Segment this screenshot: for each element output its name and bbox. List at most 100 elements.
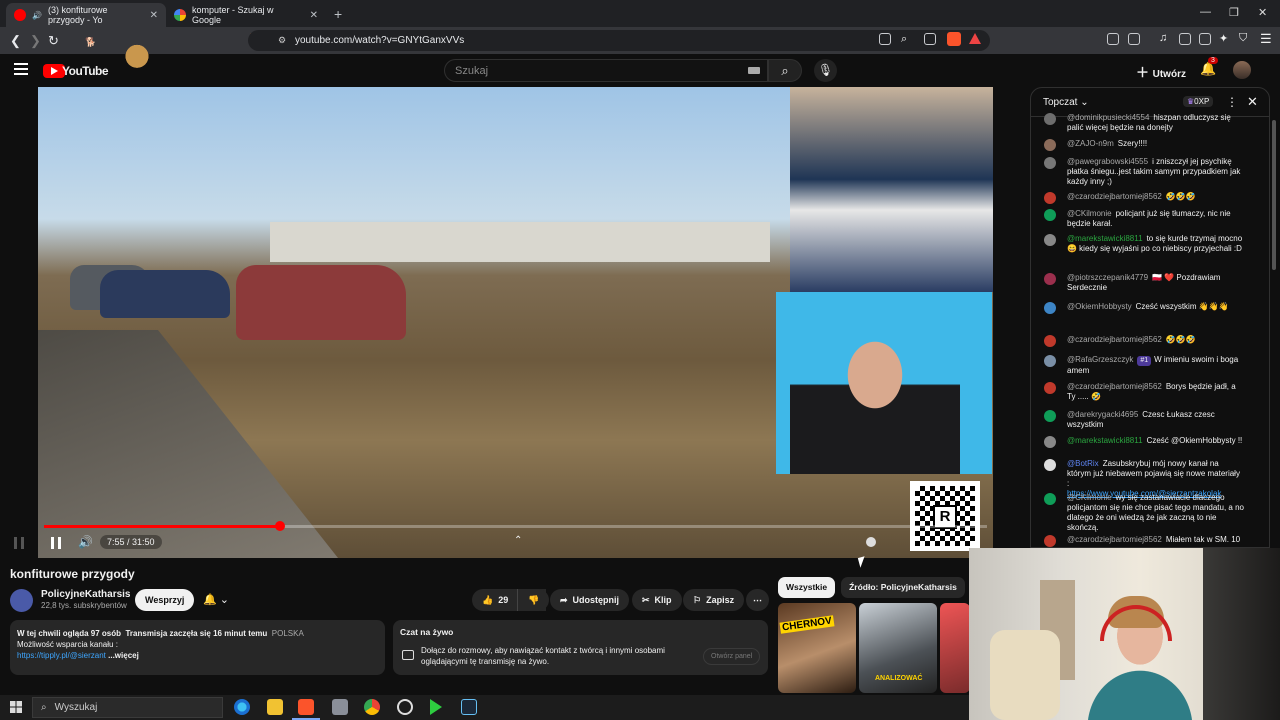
recommended-thumbnail[interactable]: CHERNOV <box>778 603 856 693</box>
chat-author[interactable]: @marekstawicki8811 <box>1067 436 1143 445</box>
chat-avatar[interactable] <box>1044 355 1056 367</box>
windows-start-icon[interactable] <box>10 701 22 713</box>
brave-icon[interactable] <box>298 699 314 715</box>
reader-icon[interactable] <box>1128 33 1140 45</box>
keyboard-icon[interactable] <box>748 67 760 74</box>
app-icon[interactable] <box>332 699 348 715</box>
chat-author[interactable]: @czarodziejbartomiej8562 <box>1067 192 1162 201</box>
leo-ai-icon[interactable]: ✦ <box>1219 32 1228 45</box>
support-button[interactable]: Wesprzyj <box>135 589 195 611</box>
hamburger-menu-icon[interactable] <box>14 63 28 75</box>
volume-icon[interactable]: 🔊 <box>78 535 93 549</box>
chat-author[interactable]: @piotrszczepanik4779 <box>1067 273 1148 282</box>
forward-icon[interactable]: ❯ <box>30 33 41 49</box>
more-actions-button[interactable]: ⋯ <box>746 589 769 611</box>
tipply-link[interactable]: https://tipply.pl/@sierzant <box>17 651 106 660</box>
chevron-up-icon[interactable]: ⌃ <box>514 535 522 546</box>
chat-avatar[interactable] <box>1044 382 1056 394</box>
chat-author[interactable]: @czarodziejbartomiej8562 <box>1067 382 1162 391</box>
xp-badge[interactable]: ♛0XP <box>1183 96 1214 107</box>
taskbar-search[interactable]: ⌕ Wyszukaj <box>32 697 223 718</box>
media-icon[interactable]: ♫ <box>1159 32 1167 44</box>
chat-avatar[interactable] <box>1044 459 1056 471</box>
wallet-icon[interactable] <box>1199 33 1211 45</box>
chat-avatar[interactable] <box>1044 273 1056 285</box>
chat-avatar[interactable] <box>1044 234 1056 246</box>
close-chat-icon[interactable]: ✕ <box>1247 94 1258 110</box>
chat-avatar[interactable] <box>1044 335 1056 347</box>
account-avatar[interactable] <box>1233 61 1251 79</box>
chat-scrollbar[interactable] <box>1272 120 1276 270</box>
edge-icon[interactable] <box>234 699 250 715</box>
autoplay-toggle-icon[interactable] <box>866 537 876 547</box>
chat-avatar[interactable] <box>1044 493 1056 505</box>
chat-author[interactable]: @CKilmonie <box>1067 209 1112 218</box>
chat-avatar[interactable] <box>1044 139 1056 151</box>
chat-author[interactable]: @pawegrabowski4555 <box>1067 157 1148 166</box>
search-input[interactable]: Szukaj <box>444 59 768 82</box>
create-button[interactable]: ＋ Utwórz <box>1136 62 1186 81</box>
chat-author[interactable]: @CKilmonie <box>1067 493 1112 502</box>
play-store-icon[interactable] <box>430 699 442 715</box>
new-tab-icon[interactable]: + <box>334 6 342 22</box>
chat-avatar[interactable] <box>1044 302 1056 314</box>
tab-google[interactable]: komputer - Szukaj w Google ✕ <box>166 3 326 27</box>
chat-author[interactable]: @czarodziejbartomiej8562 <box>1067 335 1162 344</box>
chat-author[interactable]: @BotRix <box>1067 459 1099 468</box>
chip-source[interactable]: Źródło: PolicyjneKatharsis <box>841 577 965 598</box>
show-more-link[interactable]: ...więcej <box>108 651 139 660</box>
chat-avatar[interactable] <box>1044 410 1056 422</box>
subscription-bell-button[interactable]: 🔔 ⌄ <box>196 589 236 611</box>
chat-author[interactable]: @ZAJO-n9m <box>1067 139 1114 148</box>
brave-shield-icon[interactable] <box>947 32 961 46</box>
clip-button[interactable]: ✂ Klip <box>632 589 682 611</box>
chat-avatar[interactable] <box>1044 535 1056 547</box>
chip-all[interactable]: Wszystkie <box>778 577 836 598</box>
chat-avatar[interactable] <box>1044 436 1056 448</box>
chat-avatar[interactable] <box>1044 157 1056 169</box>
scrubber-knob[interactable] <box>274 521 285 531</box>
reload-icon[interactable]: ↻ <box>48 33 59 49</box>
chat-author[interactable]: @RafaGrzeszczyk <box>1067 355 1133 364</box>
youtube-logo-text[interactable]: YouTube <box>62 64 109 78</box>
recommended-thumbnail[interactable] <box>940 603 970 693</box>
restore-icon[interactable]: ❐ <box>1229 6 1239 19</box>
save-button[interactable]: ⚐ Zapisz <box>683 589 745 611</box>
chat-author[interactable]: @marekstawicki8811 <box>1067 234 1143 243</box>
close-tab-icon[interactable]: ✕ <box>310 10 318 21</box>
chat-author[interactable]: @czarodziejbartomiej8562 <box>1067 535 1162 544</box>
voice-search-button[interactable]: 🎙 <box>814 59 837 82</box>
zoom-icon[interactable]: ⌕ <box>901 33 907 46</box>
chat-author[interactable]: @dominikpusiecki4554 <box>1067 113 1149 122</box>
back-icon[interactable]: ❮ <box>10 33 21 49</box>
chrome-icon[interactable] <box>364 699 380 715</box>
chat-author[interactable]: @darekrygacki4695 <box>1067 410 1138 419</box>
menu-icon[interactable]: ☰ <box>1260 31 1272 47</box>
open-panel-button[interactable]: Otwórz panel <box>703 648 761 665</box>
dislike-button[interactable]: 👎 <box>517 589 549 611</box>
tab-youtube[interactable]: 🔊 (3) konfiturowe przygody - Yo ✕ <box>6 3 166 27</box>
chat-avatar[interactable] <box>1044 209 1056 221</box>
obs-icon[interactable] <box>397 699 413 715</box>
share-page-icon[interactable] <box>924 33 936 45</box>
more-options-icon[interactable]: ⋮ <box>1226 95 1238 109</box>
extensions-icon[interactable] <box>1107 33 1119 45</box>
minimize-icon[interactable]: — <box>1200 6 1211 18</box>
chat-avatar[interactable] <box>1044 113 1056 125</box>
close-window-icon[interactable]: ✕ <box>1258 6 1267 19</box>
steam-icon[interactable] <box>461 699 477 715</box>
site-info-icon[interactable]: ⚙ <box>278 35 286 46</box>
pause-icon[interactable] <box>51 537 61 549</box>
channel-name[interactable]: PolicyjneKatharsis <box>41 589 130 600</box>
chat-author[interactable]: @OkiemHobbysty <box>1067 302 1132 311</box>
description-box[interactable]: W tej chwili ogląda 97 osób Transmisja z… <box>10 620 385 675</box>
close-tab-icon[interactable]: ✕ <box>150 10 158 21</box>
recommended-thumbnail[interactable]: ANALIZOWAĆ <box>859 603 937 693</box>
share-button[interactable]: ➦ Udostępnij <box>550 589 630 611</box>
brave-rewards-icon[interactable] <box>969 33 981 44</box>
sidebar-icon[interactable] <box>1179 33 1191 45</box>
channel-avatar[interactable] <box>10 589 33 612</box>
vpn-icon[interactable]: ⛉ <box>1239 32 1247 45</box>
chat-avatar[interactable] <box>1044 192 1056 204</box>
chat-mode-dropdown[interactable]: Topczat ⌄ <box>1043 97 1089 108</box>
